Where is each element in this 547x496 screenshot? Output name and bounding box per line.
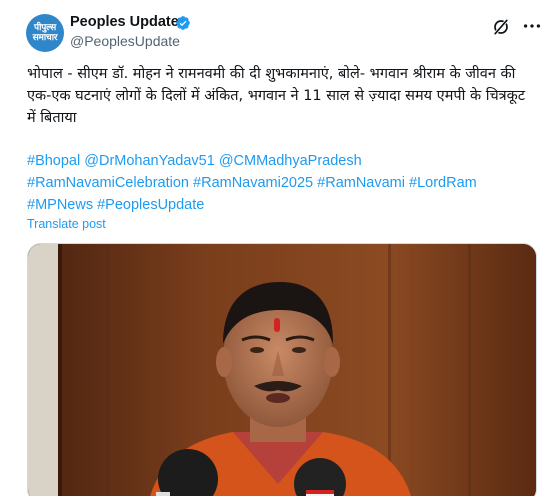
hashtag-ramnavamicelebration[interactable]: #RamNavamiCelebration xyxy=(27,175,189,191)
grok-icon[interactable] xyxy=(491,17,511,37)
display-name[interactable]: Peoples Update xyxy=(70,14,179,30)
mention-cmmadhyapradesh[interactable]: @CMMadhyaPradesh xyxy=(219,153,362,169)
mention-drmohanyadav51[interactable]: @DrMohanYadav51 xyxy=(84,153,215,169)
avatar[interactable]: पीपुल्स समाचार xyxy=(26,14,64,52)
post-media-photo[interactable] xyxy=(27,243,537,496)
translate-post-link[interactable]: Translate post xyxy=(27,217,106,231)
avatar-logo-text: पीपुल्स समाचार xyxy=(26,23,64,43)
hashtag-list: #Bhopal @DrMohanYadav51 @CMMadhyaPradesh… xyxy=(27,150,537,216)
media-photo-illustration xyxy=(28,244,536,496)
hashtag-ramnavami[interactable]: #RamNavami xyxy=(317,175,405,191)
avatar-text-line1: पीपुल्स xyxy=(33,23,56,33)
user-handle[interactable]: @PeoplesUpdate xyxy=(70,33,180,49)
avatar-text-line2: समाचार xyxy=(32,33,58,43)
more-options-icon[interactable] xyxy=(521,15,543,37)
tweet: पीपुल्स समाचार Peoples Update @PeoplesUp… xyxy=(0,0,547,496)
hashtag-peoplesupdate[interactable]: #PeoplesUpdate xyxy=(97,197,204,213)
hashtag-ramnavami2025[interactable]: #RamNavami2025 xyxy=(193,175,313,191)
hashtag-lordram[interactable]: #LordRam xyxy=(409,175,477,191)
hashtag-bhopal[interactable]: #Bhopal xyxy=(27,153,80,169)
verified-badge-icon xyxy=(176,16,190,30)
post-text: भोपाल - सीएम डॉ. मोहन ने रामनवमी की दी श… xyxy=(27,66,526,126)
hashtag-mpnews[interactable]: #MPNews xyxy=(27,197,93,213)
